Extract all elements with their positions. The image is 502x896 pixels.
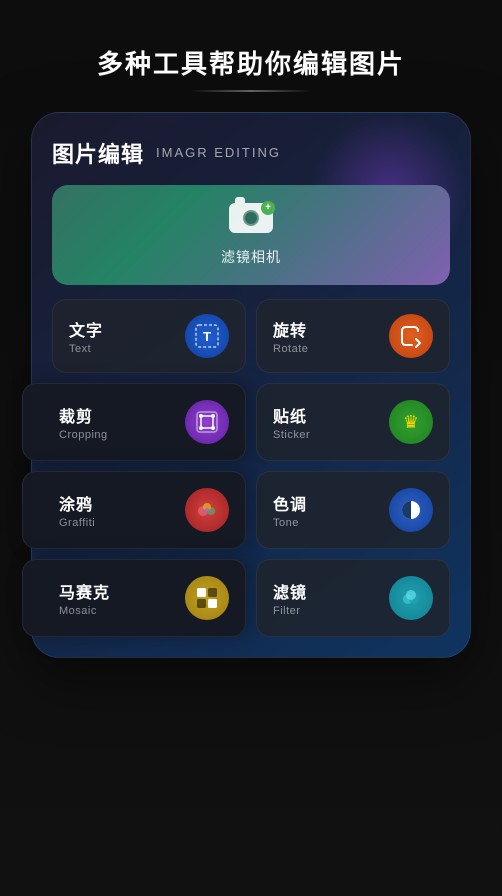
main-card: 图片编辑 IMAGR EDITING + 滤镜相机 文字 Text <box>31 112 471 658</box>
tool-tone-en: Tone <box>273 517 299 529</box>
tone-icon <box>389 488 433 532</box>
tool-rotate-en: Rotate <box>273 343 308 355</box>
cropping-icon <box>185 400 229 444</box>
tool-cropping-en: Cropping <box>59 429 108 441</box>
tool-filter-button[interactable]: 滤镜 Filter <box>256 559 450 637</box>
svg-text:T: T <box>203 329 211 344</box>
card-title-en: IMAGR EDITING <box>156 145 281 160</box>
header: 多种工具帮助你编辑图片 <box>0 0 502 112</box>
tool-cropping-zh: 裁剪 <box>59 403 93 427</box>
rotate-icon <box>389 314 433 358</box>
tool-cropping-button[interactable]: 裁剪 Cropping <box>22 383 246 461</box>
card-title-row: 图片编辑 IMAGR EDITING <box>52 137 450 169</box>
tool-rotate-button[interactable]: 旋转 Rotate <box>256 299 450 373</box>
graffiti-icon <box>185 488 229 532</box>
camera-icon: + <box>229 203 273 239</box>
text-icon: T <box>185 314 229 358</box>
tool-text-en: Text <box>69 343 91 355</box>
header-title: 多种工具帮助你编辑图片 <box>20 48 482 82</box>
tool-sticker-button[interactable]: 贴纸 Sticker ♛ <box>256 383 450 461</box>
tool-mosaic-button[interactable]: 马赛克 Mosaic <box>22 559 246 637</box>
tools-grid: 文字 Text T 旋转 Rotate <box>52 299 450 637</box>
tool-filter-en: Filter <box>273 605 300 617</box>
svg-text:♛: ♛ <box>403 412 419 432</box>
mosaic-icon <box>185 576 229 620</box>
tool-filter-zh: 滤镜 <box>273 579 307 603</box>
header-underline <box>191 90 311 92</box>
page: 多种工具帮助你编辑图片 图片编辑 IMAGR EDITING + 滤镜相机 <box>0 0 502 896</box>
sticker-icon: ♛ <box>389 400 433 444</box>
filter-icon <box>389 576 433 620</box>
tool-tone-zh: 色调 <box>273 491 307 515</box>
tool-rotate-zh: 旋转 <box>273 317 307 341</box>
tool-mosaic-en: Mosaic <box>59 605 97 617</box>
tool-sticker-en: Sticker <box>273 429 310 441</box>
tool-tone-button[interactable]: 色调 Tone <box>256 471 450 549</box>
camera-label: 滤镜相机 <box>221 247 281 267</box>
camera-plus-icon: + <box>261 201 275 215</box>
tool-mosaic-zh: 马赛克 <box>59 579 110 603</box>
tool-text-zh: 文字 <box>69 317 103 341</box>
card-title-zh: 图片编辑 <box>52 137 144 169</box>
camera-button[interactable]: + 滤镜相机 <box>52 185 450 285</box>
tool-text-button[interactable]: 文字 Text T <box>52 299 246 373</box>
tool-sticker-zh: 贴纸 <box>273 403 307 427</box>
tool-graffiti-button[interactable]: 涂鸦 Graffiti <box>22 471 246 549</box>
tool-graffiti-en: Graffiti <box>59 517 95 529</box>
tool-graffiti-zh: 涂鸦 <box>59 491 93 515</box>
